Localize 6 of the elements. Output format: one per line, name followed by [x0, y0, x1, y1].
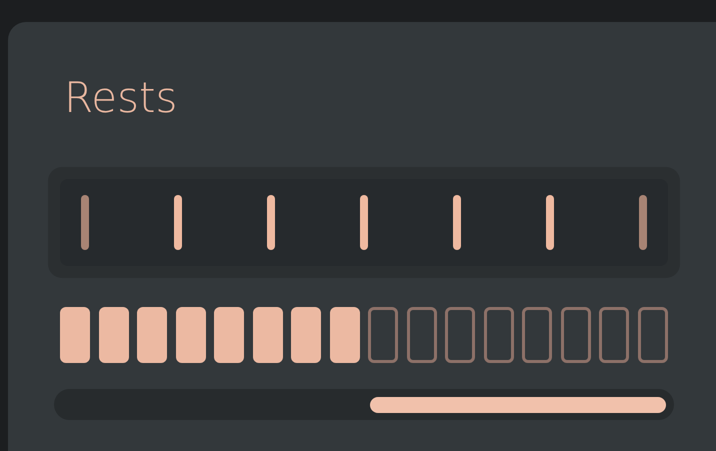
- step-block[interactable]: [330, 307, 360, 363]
- scrollbar-thumb[interactable]: [370, 396, 666, 412]
- step-block[interactable]: [98, 307, 128, 363]
- step-block[interactable]: [252, 307, 282, 363]
- step-block[interactable]: [176, 307, 206, 363]
- card-title: Rests: [64, 72, 178, 124]
